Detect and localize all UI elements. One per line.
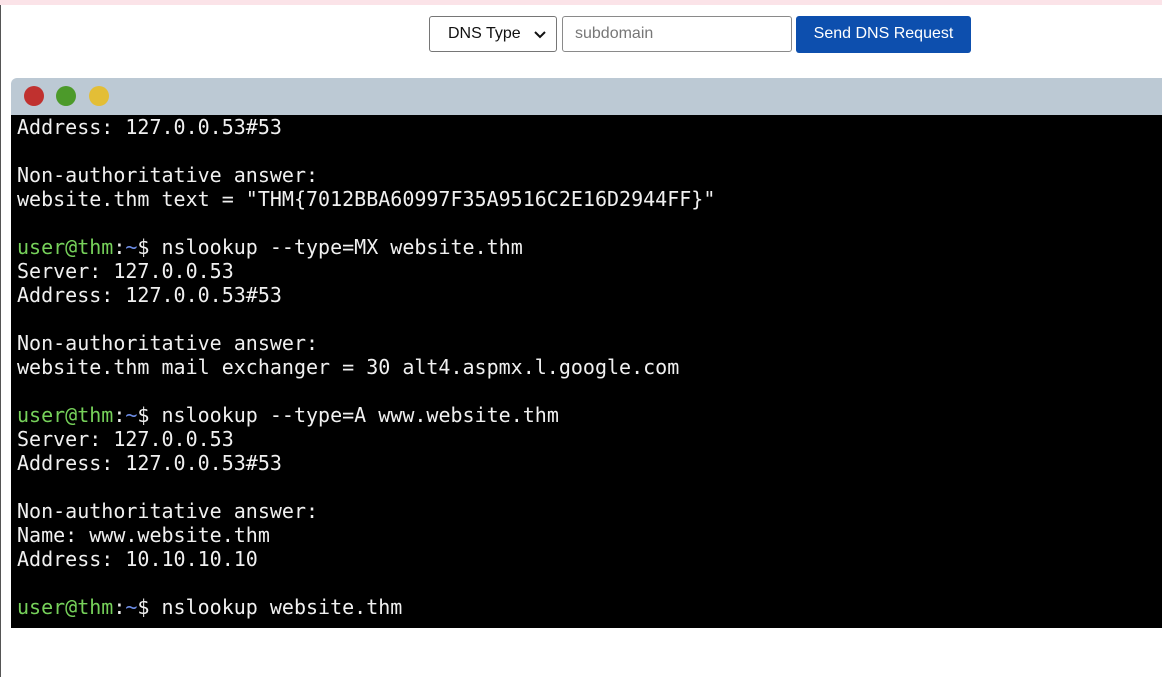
terminal-window: Address: 127.0.0.53#53 Non-authoritative… xyxy=(11,78,1162,628)
page-left-border xyxy=(0,5,1,677)
minimize-dot-icon xyxy=(89,86,109,106)
terminal-line: Non-authoritative answer: xyxy=(17,163,319,187)
dns-controls: DNS Type Send DNS Request xyxy=(429,15,971,53)
subdomain-input[interactable] xyxy=(562,16,792,52)
command-text: nslookup website.thm xyxy=(149,595,403,619)
prompt-user-host: user@thm xyxy=(17,235,114,259)
terminal-line: Address: 127.0.0.53#53 xyxy=(17,283,282,307)
prompt-user-host: user@thm xyxy=(17,595,114,619)
terminal-output: Address: 127.0.0.53#53 Non-authoritative… xyxy=(11,115,1162,628)
maximize-dot-icon xyxy=(56,86,76,106)
prompt-colon: : xyxy=(113,235,126,259)
terminal-line: Non-authoritative answer: xyxy=(17,499,319,523)
terminal-line: website.thm mail exchanger = 30 alt4.asp… xyxy=(17,355,680,379)
prompt-colon: : xyxy=(113,403,126,427)
dns-type-label: DNS Type xyxy=(448,25,521,42)
terminal-line: Address: 127.0.0.53#53 xyxy=(17,115,282,139)
command-text: nslookup --type=MX website.thm xyxy=(149,235,523,259)
prompt-line: user@thm:~$ nslookup website.thm xyxy=(17,595,1162,619)
terminal-line: Server: 127.0.0.53 xyxy=(17,259,234,283)
terminal-line: website.thm text = "THM{7012BBA60997F35A… xyxy=(17,187,716,211)
terminal-line: Name: www.website.thm xyxy=(17,523,270,547)
terminal-titlebar xyxy=(11,78,1162,115)
prompt-path: ~ xyxy=(125,403,138,427)
prompt-line: user@thm:~$ nslookup --type=MX website.t… xyxy=(17,235,1162,259)
chevron-down-icon xyxy=(534,31,546,39)
terminal-line: Server: 127.0.0.53 xyxy=(17,427,234,451)
terminal-line: Address: 127.0.0.53#53 xyxy=(17,451,282,475)
prompt-dollar: $ xyxy=(137,595,150,619)
command-text: nslookup --type=A www.website.thm xyxy=(149,403,559,427)
close-dot-icon xyxy=(24,86,44,106)
prompt-line: user@thm:~$ nslookup --type=A www.websit… xyxy=(17,403,1162,427)
prompt-colon: : xyxy=(113,595,126,619)
prompt-path: ~ xyxy=(125,235,138,259)
dns-type-select[interactable]: DNS Type xyxy=(429,16,557,52)
prompt-path: ~ xyxy=(125,595,138,619)
prompt-dollar: $ xyxy=(137,403,150,427)
prompt-user-host: user@thm xyxy=(17,403,114,427)
terminal-line: Non-authoritative answer: xyxy=(17,331,319,355)
terminal-line: Address: 10.10.10.10 xyxy=(17,547,258,571)
prompt-dollar: $ xyxy=(137,235,150,259)
send-dns-request-button[interactable]: Send DNS Request xyxy=(796,15,971,53)
top-strip xyxy=(0,0,1162,5)
